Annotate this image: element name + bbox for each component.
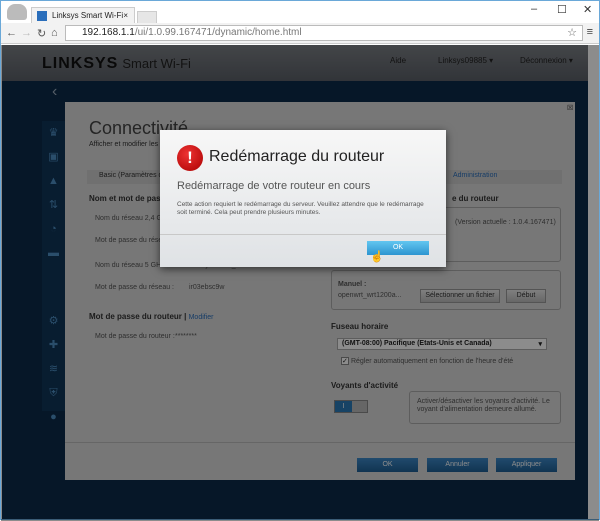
- maximize-button[interactable]: ☐: [557, 3, 567, 16]
- home-icon[interactable]: ⌂: [51, 27, 58, 39]
- modal-overlay: [1, 45, 599, 521]
- minimize-button[interactable]: –: [531, 3, 537, 15]
- close-window-button[interactable]: ✕: [583, 3, 592, 16]
- dialog-divider: [160, 234, 446, 235]
- reload-icon[interactable]: ↻: [37, 27, 46, 40]
- incognito-icon: [7, 4, 27, 20]
- bookmark-star-icon[interactable]: ☆: [567, 26, 577, 39]
- reboot-dialog: ! Redémarrage du routeur Redémarrage de …: [160, 130, 446, 267]
- dialog-text: Cette action requiert le redémarrage du …: [177, 201, 424, 216]
- url-path: /ui/1.0.99.167471/dynamic/home.html: [134, 27, 302, 38]
- close-tab-icon[interactable]: ×: [123, 11, 128, 20]
- url-host: 192.168.1.1: [82, 27, 135, 38]
- menu-icon[interactable]: ≡: [587, 26, 593, 38]
- back-icon[interactable]: ←: [6, 27, 17, 39]
- new-tab-button[interactable]: [137, 11, 157, 23]
- favicon-icon: [37, 11, 47, 21]
- title-bar: Linksys Smart Wi-Fi × – ☐ ✕: [1, 1, 599, 24]
- url-input[interactable]: 192.168.1.1/ui/1.0.99.167471/dynamic/hom…: [65, 25, 583, 41]
- address-bar-row: ← → ↻ ⌂ 192.168.1.1/ui/1.0.99.167471/dyn…: [1, 23, 599, 44]
- forward-icon[interactable]: →: [21, 27, 32, 39]
- hand-cursor-icon: ☝: [370, 251, 384, 263]
- dialog-subtitle: Redémarrage de votre routeur en cours: [177, 180, 371, 192]
- tab-title: Linksys Smart Wi-Fi: [52, 11, 124, 20]
- dialog-title: Redémarrage du routeur: [209, 148, 385, 165]
- browser-tab[interactable]: Linksys Smart Wi-Fi ×: [31, 7, 135, 24]
- error-alert-icon: !: [177, 145, 203, 171]
